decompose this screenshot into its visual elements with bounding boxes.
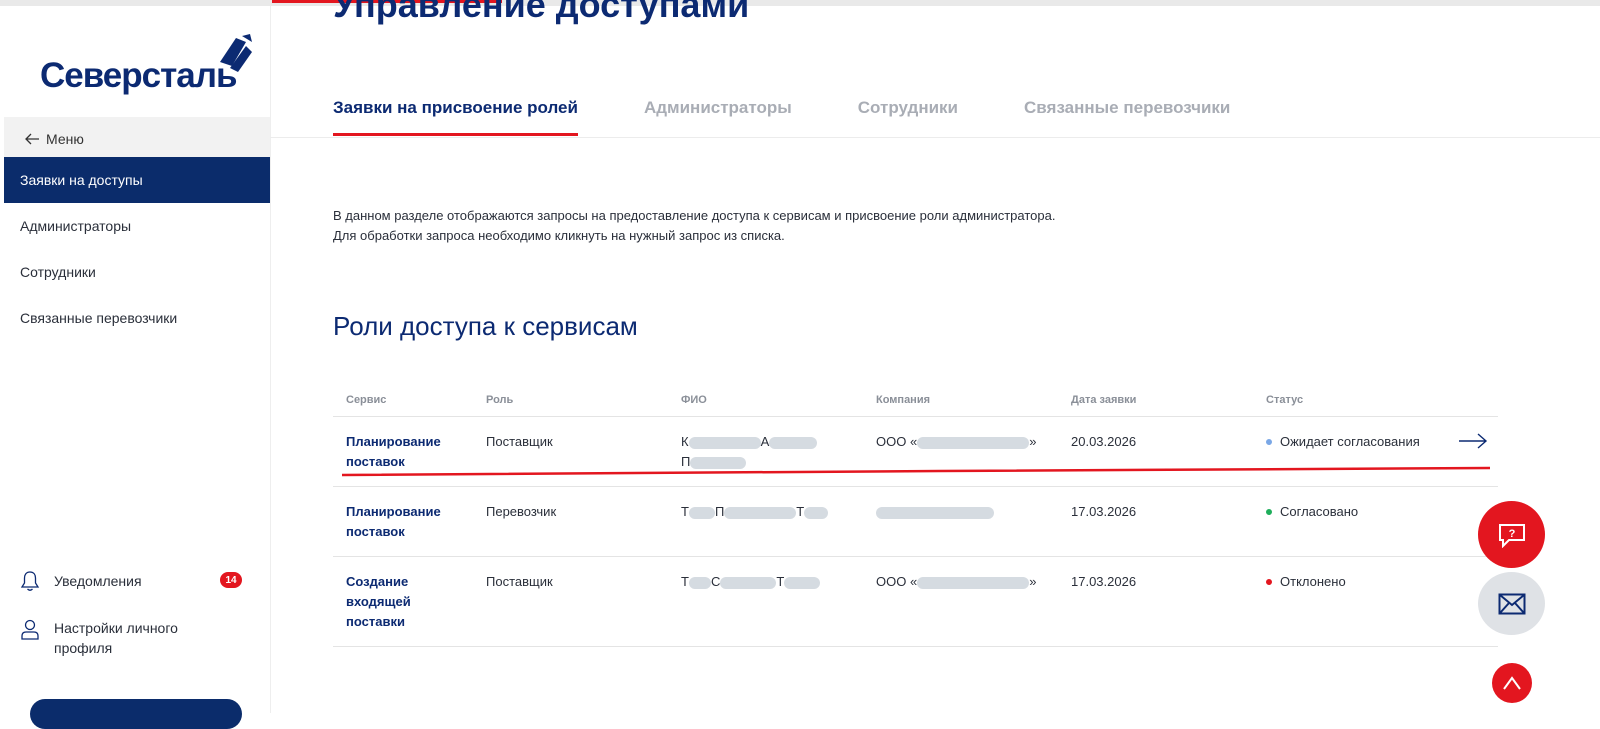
sidebar-item-label: Администраторы	[20, 218, 132, 234]
mail-icon	[1498, 593, 1525, 614]
help-chat-icon: ?	[1498, 523, 1525, 548]
column-header-fio: ФИО	[668, 384, 863, 417]
help-chat-button[interactable]: ?	[1478, 501, 1545, 568]
cell-status: Согласовано	[1253, 486, 1498, 557]
column-header-company: Компания	[863, 384, 1058, 417]
cell-date: 17.03.2026	[1058, 556, 1253, 647]
cell-company: ООО « »	[863, 556, 1058, 647]
redacted-text	[720, 576, 777, 589]
company-suffix: »	[1029, 434, 1037, 449]
status-dot	[1266, 509, 1272, 515]
cell-service: Создание входящей поставки	[333, 556, 473, 647]
back-arrow-icon	[25, 133, 39, 144]
cell-status: Отклонено	[1253, 556, 1498, 647]
fio-initial: А	[760, 434, 770, 449]
tab-carriers[interactable]: Связанные перевозчики	[1024, 98, 1230, 118]
tab-role-requests[interactable]: Заявки на присвоение ролей	[333, 98, 578, 136]
redacted-text	[917, 436, 1030, 449]
scroll-up-button[interactable]	[1492, 663, 1532, 703]
menu-back-label: Меню	[46, 130, 84, 147]
sidebar: Северсталь Меню Заявки на доступы Админи…	[4, 6, 271, 729]
sidebar-item-employees[interactable]: Сотрудники	[4, 249, 270, 295]
sidebar-item-access-requests[interactable]: Заявки на доступы	[4, 157, 270, 203]
tab-employees[interactable]: Сотрудники	[858, 98, 958, 118]
redacted-text	[804, 506, 829, 519]
column-header-status: Статус	[1253, 384, 1498, 417]
status-label: Согласовано	[1280, 504, 1359, 519]
redacted-text	[724, 506, 797, 519]
notifications-label: Уведомления	[54, 573, 142, 589]
redacted-text	[688, 506, 715, 519]
fio-initial: Т	[796, 504, 805, 519]
table-row[interactable]: Создание входящей поставки Поставщик Т С Т…	[333, 556, 1498, 647]
description-line: В данном разделе отображаются запросы на…	[333, 208, 1056, 223]
page-title: Управление доступами	[333, 0, 750, 25]
sidebar-item-label: Связанные перевозчики	[20, 310, 178, 326]
cell-date: 17.03.2026	[1058, 486, 1253, 557]
status-label: Отклонено	[1280, 574, 1346, 589]
cell-service: Планирование поставок	[333, 486, 473, 557]
sidebar-item-administrators[interactable]: Администраторы	[4, 203, 270, 249]
mail-button[interactable]	[1478, 572, 1545, 635]
redacted-text	[688, 436, 761, 449]
cell-role: Перевозчик	[473, 486, 668, 557]
menu-back-button[interactable]: Меню	[4, 117, 270, 160]
fio-initial: П	[714, 504, 725, 519]
company-prefix: ООО «	[876, 574, 918, 589]
cell-company	[863, 486, 1058, 557]
section-description: В данном разделе отображаются запросы на…	[333, 206, 1055, 246]
column-header-role: Роль	[473, 384, 668, 417]
table-header-row: Сервис Роль ФИО Компания Дата заявки Ста…	[333, 384, 1498, 417]
logo-mark-icon	[220, 34, 252, 72]
redacted-text	[688, 576, 711, 589]
status-dot	[1266, 579, 1272, 585]
bell-icon	[20, 571, 40, 591]
logo-text: Северсталь	[40, 56, 237, 95]
sidebar-bottom-button[interactable]	[30, 699, 242, 729]
profile-settings-link[interactable]: Настройки личного профиля	[20, 618, 220, 658]
logo[interactable]: Северсталь	[34, 32, 252, 102]
sidebar-item-label: Сотрудники	[20, 264, 96, 280]
company-prefix: ООО «	[876, 434, 918, 449]
status-label: Ожидает согласования	[1280, 434, 1420, 449]
tabs: Заявки на присвоение ролей Администратор…	[333, 98, 1296, 136]
status-dot	[1266, 439, 1272, 445]
sidebar-item-label: Заявки на доступы	[20, 172, 143, 188]
profile-settings-label: Настройки личного профиля	[54, 620, 178, 656]
table-row[interactable]: Планирование поставок Перевозчик Т П Т 17.…	[333, 486, 1498, 557]
column-header-service: Сервис	[333, 384, 473, 417]
cell-role: Поставщик	[473, 556, 668, 647]
company-suffix: »	[1029, 574, 1037, 589]
svg-text:?: ?	[1508, 528, 1515, 540]
highlight-underline	[341, 466, 1491, 477]
notifications-count-badge: 14	[220, 572, 242, 588]
roles-table: Сервис Роль ФИО Компания Дата заявки Ста…	[333, 384, 1498, 647]
section-title: Роли доступа к сервисам	[333, 311, 638, 341]
notifications-link[interactable]: Уведомления	[20, 570, 142, 592]
sidebar-item-carriers[interactable]: Связанные перевозчики	[4, 295, 270, 341]
fio-initial: К	[681, 434, 689, 449]
cell-fio: ТСТ	[668, 556, 863, 647]
user-icon	[21, 619, 39, 640]
arrow-right-icon[interactable]	[1458, 432, 1488, 450]
description-line: Для обработки запроса необходимо кликнут…	[333, 228, 785, 243]
redacted-text	[769, 436, 818, 449]
tabs-divider	[270, 137, 1600, 138]
fio-initial: С	[710, 574, 721, 589]
fio-initial: Т	[776, 574, 785, 589]
column-header-date: Дата заявки	[1058, 384, 1253, 417]
arrow-up-icon	[1503, 676, 1521, 690]
redacted-text	[876, 506, 994, 519]
redacted-text	[784, 576, 821, 589]
tab-administrators[interactable]: Администраторы	[644, 98, 792, 118]
fio-initial: Т	[681, 574, 689, 589]
redacted-text	[917, 576, 1030, 589]
cell-fio: ТПТ	[668, 486, 863, 557]
fio-initial: Т	[681, 504, 689, 519]
